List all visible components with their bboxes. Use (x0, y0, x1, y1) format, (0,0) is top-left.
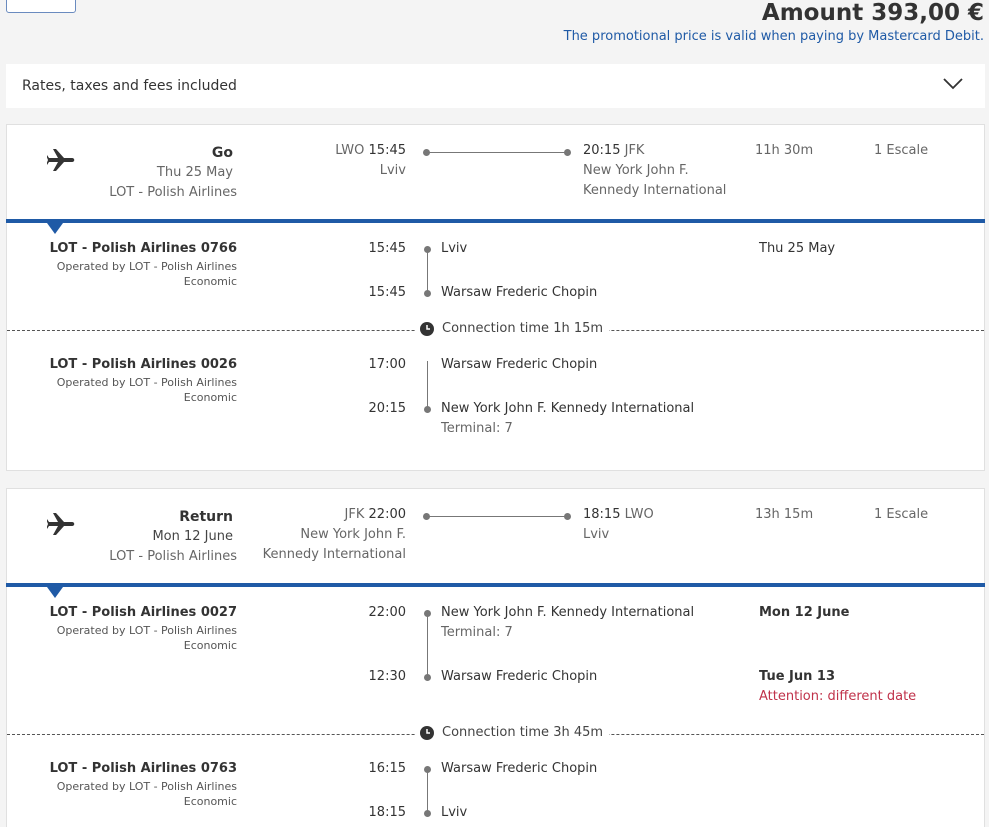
dep-code: LWO (335, 143, 365, 158)
flight-class: Economic (183, 795, 237, 808)
connection-time: Connection time 1h 15m (442, 321, 604, 336)
arr-city: New York John F. (583, 163, 689, 178)
timeline-dot (424, 810, 431, 817)
flight-arr-place: New York John F. Kennedy International (441, 401, 695, 416)
flight-dep-time: 17:00 (368, 357, 406, 372)
flight-class: Economic (183, 391, 237, 404)
timeline-dot (424, 290, 431, 297)
timeline-dot (424, 674, 431, 681)
dep-code: JFK (344, 507, 365, 522)
plane-icon (47, 513, 75, 535)
clock-icon (420, 321, 434, 336)
dep-time: 15:45 (368, 143, 406, 158)
direction-date: Thu 25 May (156, 165, 233, 180)
connection-info: Connection time 3h 45m (416, 725, 610, 740)
flight-arr-time: 20:15 (368, 401, 406, 416)
accent-bar (6, 583, 985, 587)
flight-operator: Operated by LOT - Polish Airlines (56, 780, 237, 793)
flight-arr-place: Lviv (441, 805, 468, 820)
flight-dep-date: Thu 25 May (759, 241, 836, 256)
dep-time: 22:00 (368, 507, 406, 522)
date-warning: Attention: different date (759, 689, 917, 704)
route-line (427, 516, 567, 517)
flight-operator: Operated by LOT - Polish Airlines (56, 376, 237, 389)
timeline-line (427, 615, 428, 675)
flight-dep-place: Warsaw Frederic Chopin (441, 761, 598, 776)
total-amount: Amount 393,00 € (761, 0, 984, 26)
flight-arr-time: 15:45 (368, 285, 406, 300)
outbound-card: Go Thu 25 May LOT - Polish Airlines LWO … (6, 124, 985, 471)
return-card: Return Mon 12 June LOT - Polish Airlines… (6, 488, 985, 827)
connection-info: Connection time 1h 15m (416, 321, 610, 336)
accent-pointer (47, 223, 63, 234)
dep-city: Kennedy International (262, 547, 406, 562)
arr-code: JFK (624, 143, 645, 158)
accent-bar (6, 219, 985, 223)
flight-name: LOT - Polish Airlines 0027 (49, 605, 237, 620)
direction-airline: LOT - Polish Airlines (109, 185, 237, 200)
flight-dep-terminal: Terminal: 7 (441, 625, 513, 640)
direction-label: Go (211, 145, 233, 161)
arr-time: 20:15 (583, 143, 621, 158)
flight-dep-place: Warsaw Frederic Chopin (441, 357, 598, 372)
flight-dep-place: New York John F. Kennedy International (441, 605, 695, 620)
flight-operator: Operated by LOT - Polish Airlines (56, 260, 237, 273)
flight-dep-date: Mon 12 June (759, 605, 850, 620)
clock-icon (420, 725, 434, 740)
direction-airline: LOT - Polish Airlines (109, 549, 237, 564)
flight-name: LOT - Polish Airlines 0766 (49, 241, 237, 256)
summary-departure: LWO 15:45 (335, 143, 406, 158)
summary-arrival: 18:15 LWO (583, 507, 654, 522)
promo-notice: The promotional price is valid when payi… (563, 29, 984, 44)
summary-arrival: 20:15 JFK (583, 143, 644, 158)
flight-arr-terminal: Terminal: 7 (441, 421, 513, 436)
route-line (427, 152, 567, 153)
flight-arr-time: 18:15 (368, 805, 406, 820)
direction-date: Mon 12 June (152, 529, 233, 544)
flight-class: Economic (183, 639, 237, 652)
route-dot (564, 149, 571, 156)
arr-time: 18:15 (583, 507, 621, 522)
timeline-line (427, 361, 428, 407)
timeline-dot (424, 406, 431, 413)
stops: 1 Escale (874, 507, 929, 522)
arr-city: Kennedy International (583, 183, 727, 198)
accent-pointer (47, 587, 63, 598)
dep-city: New York John F. (300, 527, 406, 542)
flight-name: LOT - Polish Airlines 0026 (49, 357, 237, 372)
flight-dep-time: 22:00 (368, 605, 406, 620)
duration: 13h 15m (755, 507, 814, 522)
timeline-line (427, 771, 428, 811)
rates-accordion[interactable]: Rates, taxes and fees included (6, 64, 985, 108)
arr-city: Lviv (583, 527, 610, 542)
summary-departure: JFK 22:00 (345, 507, 406, 522)
plane-icon (47, 149, 75, 171)
stops: 1 Escale (874, 143, 929, 158)
flight-class: Economic (183, 275, 237, 288)
flight-dep-place: Lviv (441, 241, 468, 256)
flight-arr-place: Warsaw Frederic Chopin (441, 285, 598, 300)
flight-arr-date: Tue Jun 13 (759, 669, 836, 684)
dep-city: Lviv (379, 163, 406, 178)
direction-label: Return (179, 509, 233, 525)
flight-arr-time: 12:30 (368, 669, 406, 684)
duration: 11h 30m (755, 143, 814, 158)
route-dot (564, 513, 571, 520)
flight-arr-place: Warsaw Frederic Chopin (441, 669, 598, 684)
flight-dep-time: 15:45 (368, 241, 406, 256)
flight-dep-time: 16:15 (368, 761, 406, 776)
top-button[interactable] (6, 0, 76, 13)
flight-name: LOT - Polish Airlines 0763 (49, 761, 237, 776)
chevron-down-icon[interactable] (943, 77, 963, 91)
timeline-line (427, 251, 428, 291)
flight-operator: Operated by LOT - Polish Airlines (56, 624, 237, 637)
connection-time: Connection time 3h 45m (442, 725, 604, 740)
arr-code: LWO (624, 507, 654, 522)
rates-label: Rates, taxes and fees included (22, 78, 237, 94)
